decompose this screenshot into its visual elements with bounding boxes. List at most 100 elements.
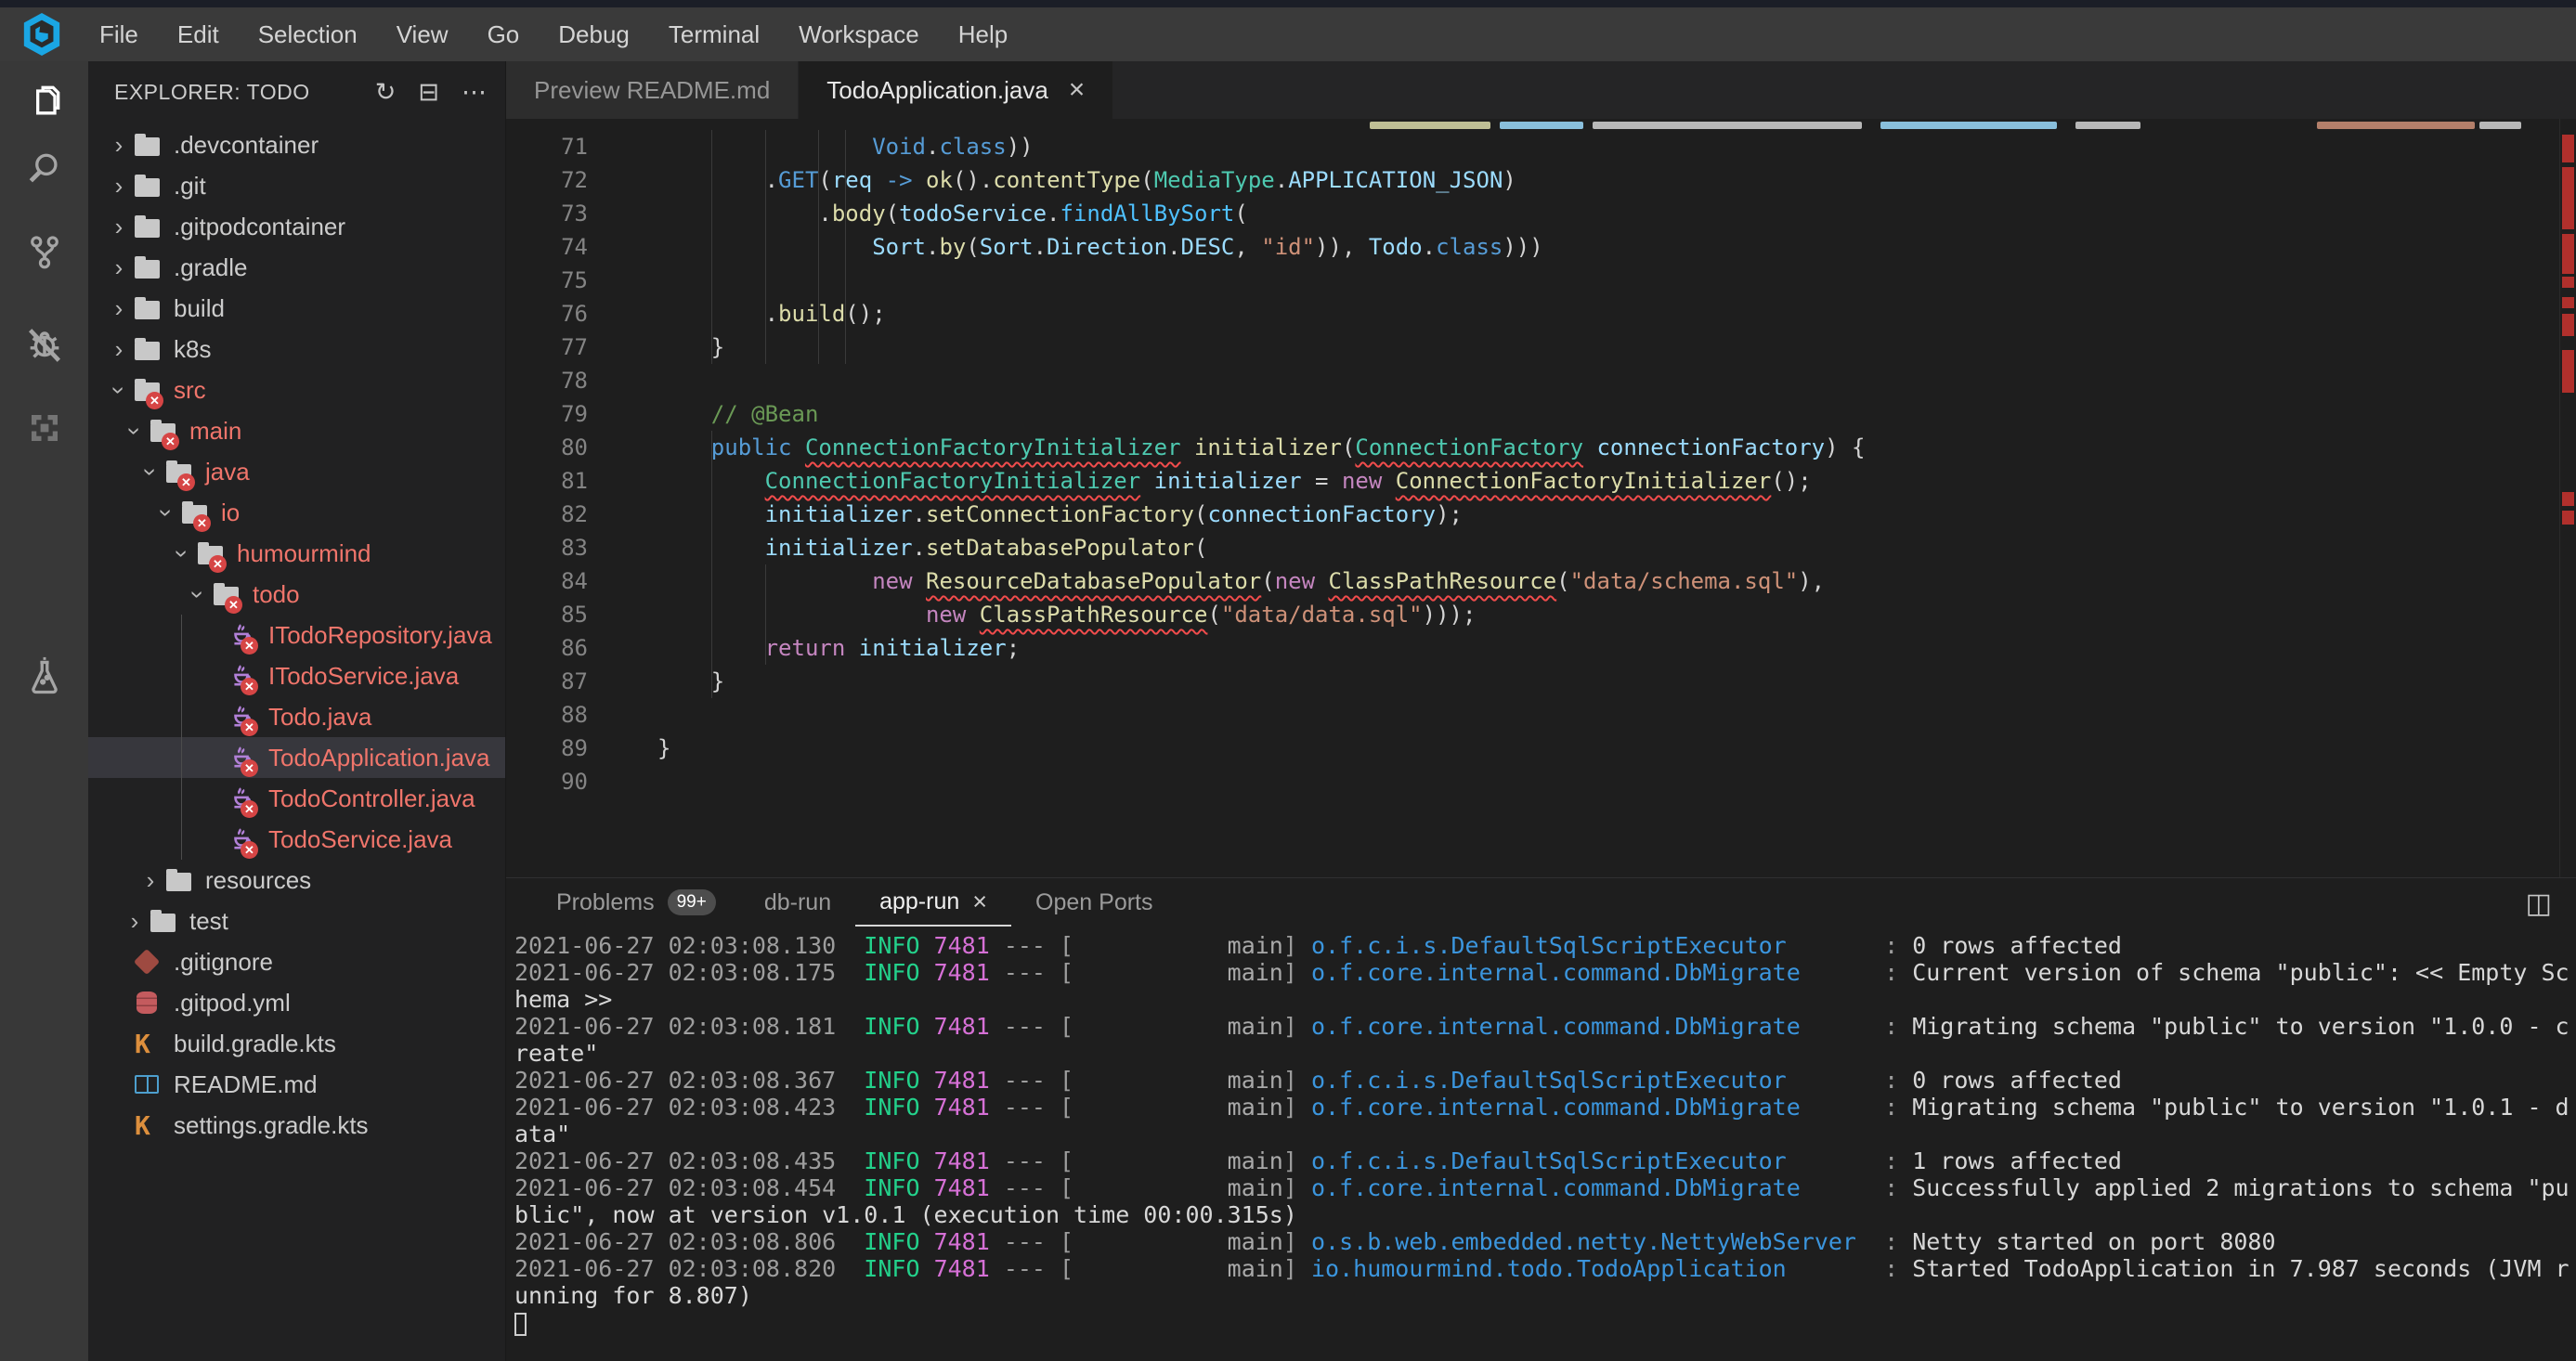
tree-item-todocontroller-java[interactable]: ✕TodoController.java (88, 778, 505, 819)
editor-tab-preview-readme-md[interactable]: Preview README.md (506, 61, 799, 119)
error-mark (2562, 277, 2574, 288)
panel-tab-app-run[interactable]: app-run× (855, 878, 1011, 927)
menu-item-workspace[interactable]: Workspace (779, 7, 939, 61)
terminal-row: 2021-06-27 02:03:08.181 INFO 7481 --- [ … (514, 1013, 2576, 1040)
tree-item-build-gradle-kts[interactable]: Kbuild.gradle.kts (88, 1023, 505, 1064)
error-badge: ✕ (209, 555, 227, 573)
collapse-all-icon[interactable]: ⊟ (418, 80, 439, 105)
tree-item-todoservice-java[interactable]: ✕TodoService.java (88, 819, 505, 860)
plugins-icon[interactable] (0, 399, 88, 457)
java-file-icon: ✕ (229, 784, 261, 812)
tree-item--devcontainer[interactable]: ›.devcontainer (88, 124, 505, 165)
tree-item-k8s[interactable]: ›k8s (88, 329, 505, 369)
java-file-icon: ✕ (229, 744, 261, 771)
terminal-row: 2021-06-27 02:03:08.820 INFO 7481 --- [ … (514, 1255, 2576, 1282)
folder-icon (135, 253, 166, 281)
refresh-icon[interactable]: ↻ (375, 80, 397, 105)
line-number: 87 (506, 665, 588, 698)
code-text: .build(); (588, 297, 886, 331)
error-badge: ✕ (193, 514, 211, 532)
terminal-output[interactable]: 2021-06-27 02:03:08.130 INFO 7481 --- [ … (514, 932, 2576, 1361)
menu-item-edit[interactable]: Edit (158, 7, 239, 61)
code-text: } (588, 331, 724, 364)
tree-item-label: Todo.java (268, 703, 371, 732)
line-number: 72 (506, 163, 588, 197)
tree-item-itodorepository-java[interactable]: ✕ITodoRepository.java (88, 615, 505, 655)
code-text: // @Bean (588, 397, 818, 431)
chevron-right-icon: › (103, 335, 135, 364)
panel-tab-db-run[interactable]: db-run (740, 878, 855, 927)
code-line-75: 75 (506, 264, 2557, 297)
panel-tab-open-ports[interactable]: Open Ports (1011, 878, 1177, 927)
chevron-right-icon: › (103, 213, 135, 241)
menu-item-view[interactable]: View (377, 7, 468, 61)
tree-item-build[interactable]: ›build (88, 288, 505, 329)
explorer-actions: ↻ ⊟ ⋯ (375, 80, 505, 105)
tree-item-todo-java[interactable]: ✕Todo.java (88, 696, 505, 737)
folder-icon (135, 172, 166, 200)
code-text: ConnectionFactoryInitializer initializer… (588, 464, 1812, 498)
menu-item-debug[interactable]: Debug (539, 7, 649, 61)
chevron-down-icon: › (168, 538, 197, 569)
tree-item-label: .git (174, 172, 206, 201)
source-control-icon[interactable] (0, 223, 88, 280)
tree-item-io[interactable]: ›✕io (88, 492, 505, 533)
tree-item-label: java (205, 458, 250, 486)
close-icon[interactable]: × (1069, 74, 1086, 106)
terminal-row: unning for 8.807) (514, 1282, 2576, 1309)
menubar: FileEditSelectionViewGoDebugTerminalWork… (0, 7, 2576, 61)
menu-item-go[interactable]: Go (468, 7, 540, 61)
tree-item-settings-gradle-kts[interactable]: Ksettings.gradle.kts (88, 1105, 505, 1146)
menu-item-selection[interactable]: Selection (239, 7, 377, 61)
tree-item-humourmind[interactable]: ›✕humourmind (88, 533, 505, 574)
tree-item-resources[interactable]: ›resources (88, 860, 505, 901)
gitpod-logo-icon[interactable] (13, 10, 71, 58)
tree-item-label: ITodoService.java (268, 662, 459, 691)
tree-item-todoapplication-java[interactable]: ✕TodoApplication.java (88, 737, 505, 778)
more-actions-icon[interactable]: ⋯ (462, 80, 487, 105)
menu-item-terminal[interactable]: Terminal (649, 7, 779, 61)
tree-item-readme-md[interactable]: README.md (88, 1064, 505, 1105)
chevron-right-icon: › (135, 866, 166, 895)
line-number: 76 (506, 297, 588, 331)
line-number: 78 (506, 364, 588, 397)
code-line-83: 83 initializer.setDatabasePopulator( (506, 531, 2557, 564)
explorer-sidebar: EXPLORER: TODO ↻⊟⋯ ›.devcontainer›.git›.… (88, 61, 506, 1361)
folder-icon (135, 131, 166, 159)
overview-ruler[interactable] (2559, 119, 2576, 877)
clipped-code-line (506, 119, 2576, 129)
terminal-row: blic", now at version v1.0.1 (execution … (514, 1201, 2576, 1228)
tree-item-todo[interactable]: ›✕todo (88, 574, 505, 615)
tree-item-src[interactable]: ›✕src (88, 369, 505, 410)
search-icon[interactable] (0, 139, 88, 197)
tree-item-test[interactable]: ›test (88, 901, 505, 941)
folder-icon (135, 294, 166, 322)
debug-icon[interactable] (0, 316, 88, 373)
tree-item--gitpodcontainer[interactable]: ›.gitpodcontainer (88, 206, 505, 247)
error-mark (2562, 135, 2574, 162)
menu-item-help[interactable]: Help (939, 7, 1027, 61)
tree-item-main[interactable]: ›✕main (88, 410, 505, 451)
tree-item--gradle[interactable]: ›.gradle (88, 247, 505, 288)
menu-item-file[interactable]: File (80, 7, 158, 61)
tree-item-itodoservice-java[interactable]: ✕ITodoService.java (88, 655, 505, 696)
tree-item-java[interactable]: ›✕java (88, 451, 505, 492)
tree-item--gitpod-yml[interactable]: .gitpod.yml (88, 982, 505, 1023)
code-line-73: 73 .body(todoService.findAllBySort( (506, 197, 2557, 230)
files-icon[interactable] (0, 72, 88, 130)
close-icon[interactable]: × (972, 888, 987, 916)
toggle-panel-icon[interactable]: ◫ (2526, 888, 2552, 920)
code-editor[interactable]: 71 Void.class))72 .GET(req -> ok().conte… (506, 119, 2576, 877)
chevron-down-icon: › (152, 497, 181, 528)
line-number: 89 (506, 732, 588, 765)
editor-tab-todoapplication-java[interactable]: TodoApplication.java× (799, 61, 1112, 119)
tree-item--gitignore[interactable]: .gitignore (88, 941, 505, 982)
terminal-row: 2021-06-27 02:03:08.423 INFO 7481 --- [ … (514, 1094, 2576, 1121)
code-text: initializer.setConnectionFactory(connect… (588, 498, 1463, 531)
java-file-icon: ✕ (229, 662, 261, 690)
panel-tab-problems[interactable]: Problems99+ (532, 878, 740, 927)
tree-indent-guide (181, 615, 182, 860)
test-flask-icon[interactable] (0, 648, 88, 706)
error-badge: ✕ (225, 596, 242, 614)
tree-item--git[interactable]: ›.git (88, 165, 505, 206)
